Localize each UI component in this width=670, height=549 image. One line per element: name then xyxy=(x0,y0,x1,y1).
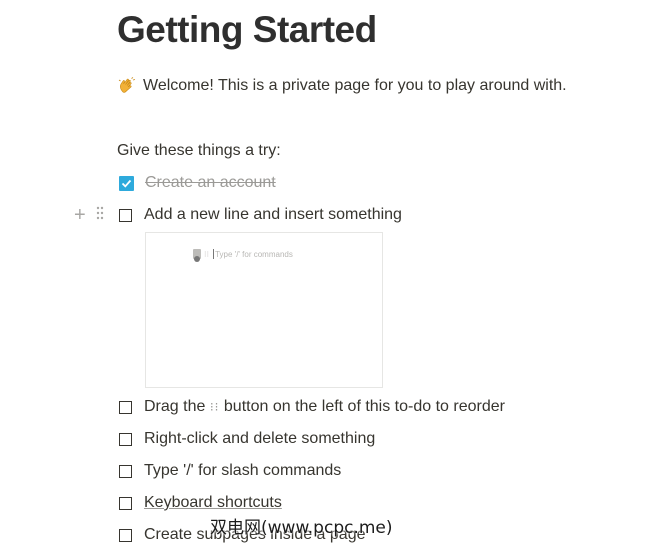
drag-handle-icon[interactable] xyxy=(96,206,104,225)
todo-label[interactable]: Drag the ⁝⁝ button on the left of this t… xyxy=(144,396,505,418)
todo-item[interactable]: Keyboard shortcuts xyxy=(119,492,282,514)
cursor-icon xyxy=(193,249,201,262)
checkbox[interactable] xyxy=(119,400,132,414)
notion-page: Getting Started Welcome! This is a priva… xyxy=(0,0,670,549)
todo-label[interactable]: Type '/' for slash commands xyxy=(144,460,341,482)
todo-label-before: Drag the xyxy=(144,398,210,415)
checkbox[interactable] xyxy=(119,208,132,222)
drag-handle-icon: ⁝⁝ xyxy=(204,249,210,259)
media-preview[interactable]: ⁝⁝ Type '/' for commands xyxy=(145,232,383,388)
todo-label[interactable]: Add a new line and insert something xyxy=(144,204,402,226)
block-handles: + xyxy=(74,205,104,225)
plus-icon[interactable]: + xyxy=(74,205,86,225)
media-command-line: ⁝⁝ Type '/' for commands xyxy=(193,249,293,262)
page-title[interactable]: Getting Started xyxy=(117,8,377,52)
text-caret xyxy=(213,249,215,259)
checkbox[interactable] xyxy=(119,496,132,510)
welcome-block[interactable]: Welcome! This is a private page for you … xyxy=(117,75,567,97)
todo-label[interactable]: Right-click and delete something xyxy=(144,428,375,450)
todo-label[interactable]: Create an account xyxy=(145,172,276,194)
checkbox[interactable] xyxy=(119,464,132,478)
todo-item[interactable]: Right-click and delete something xyxy=(119,428,375,450)
checkbox[interactable] xyxy=(119,528,132,542)
intro-text[interactable]: Give these things a try: xyxy=(117,140,281,162)
checkbox-checked[interactable] xyxy=(119,175,134,191)
checkbox[interactable] xyxy=(119,432,132,446)
drag-handle-icon: ⁝⁝ xyxy=(209,400,220,414)
todo-label-link[interactable]: Keyboard shortcuts xyxy=(144,492,282,514)
todo-item[interactable]: Type '/' for slash commands xyxy=(119,460,341,482)
welcome-text: Welcome! This is a private page for you … xyxy=(143,77,567,94)
todo-item[interactable]: Drag the ⁝⁝ button on the left of this t… xyxy=(119,396,505,418)
media-placeholder: Type '/' for commands xyxy=(215,249,293,259)
todo-label-after: button on the left of this to-do to reor… xyxy=(219,398,505,415)
todo-item[interactable]: Create an account xyxy=(119,172,276,194)
todo-item[interactable]: Add a new line and insert something xyxy=(119,204,402,226)
wave-hand-icon xyxy=(117,76,137,96)
watermark: 双电网(www.pcpc.me) xyxy=(210,518,393,538)
checkmark-icon xyxy=(121,179,132,188)
